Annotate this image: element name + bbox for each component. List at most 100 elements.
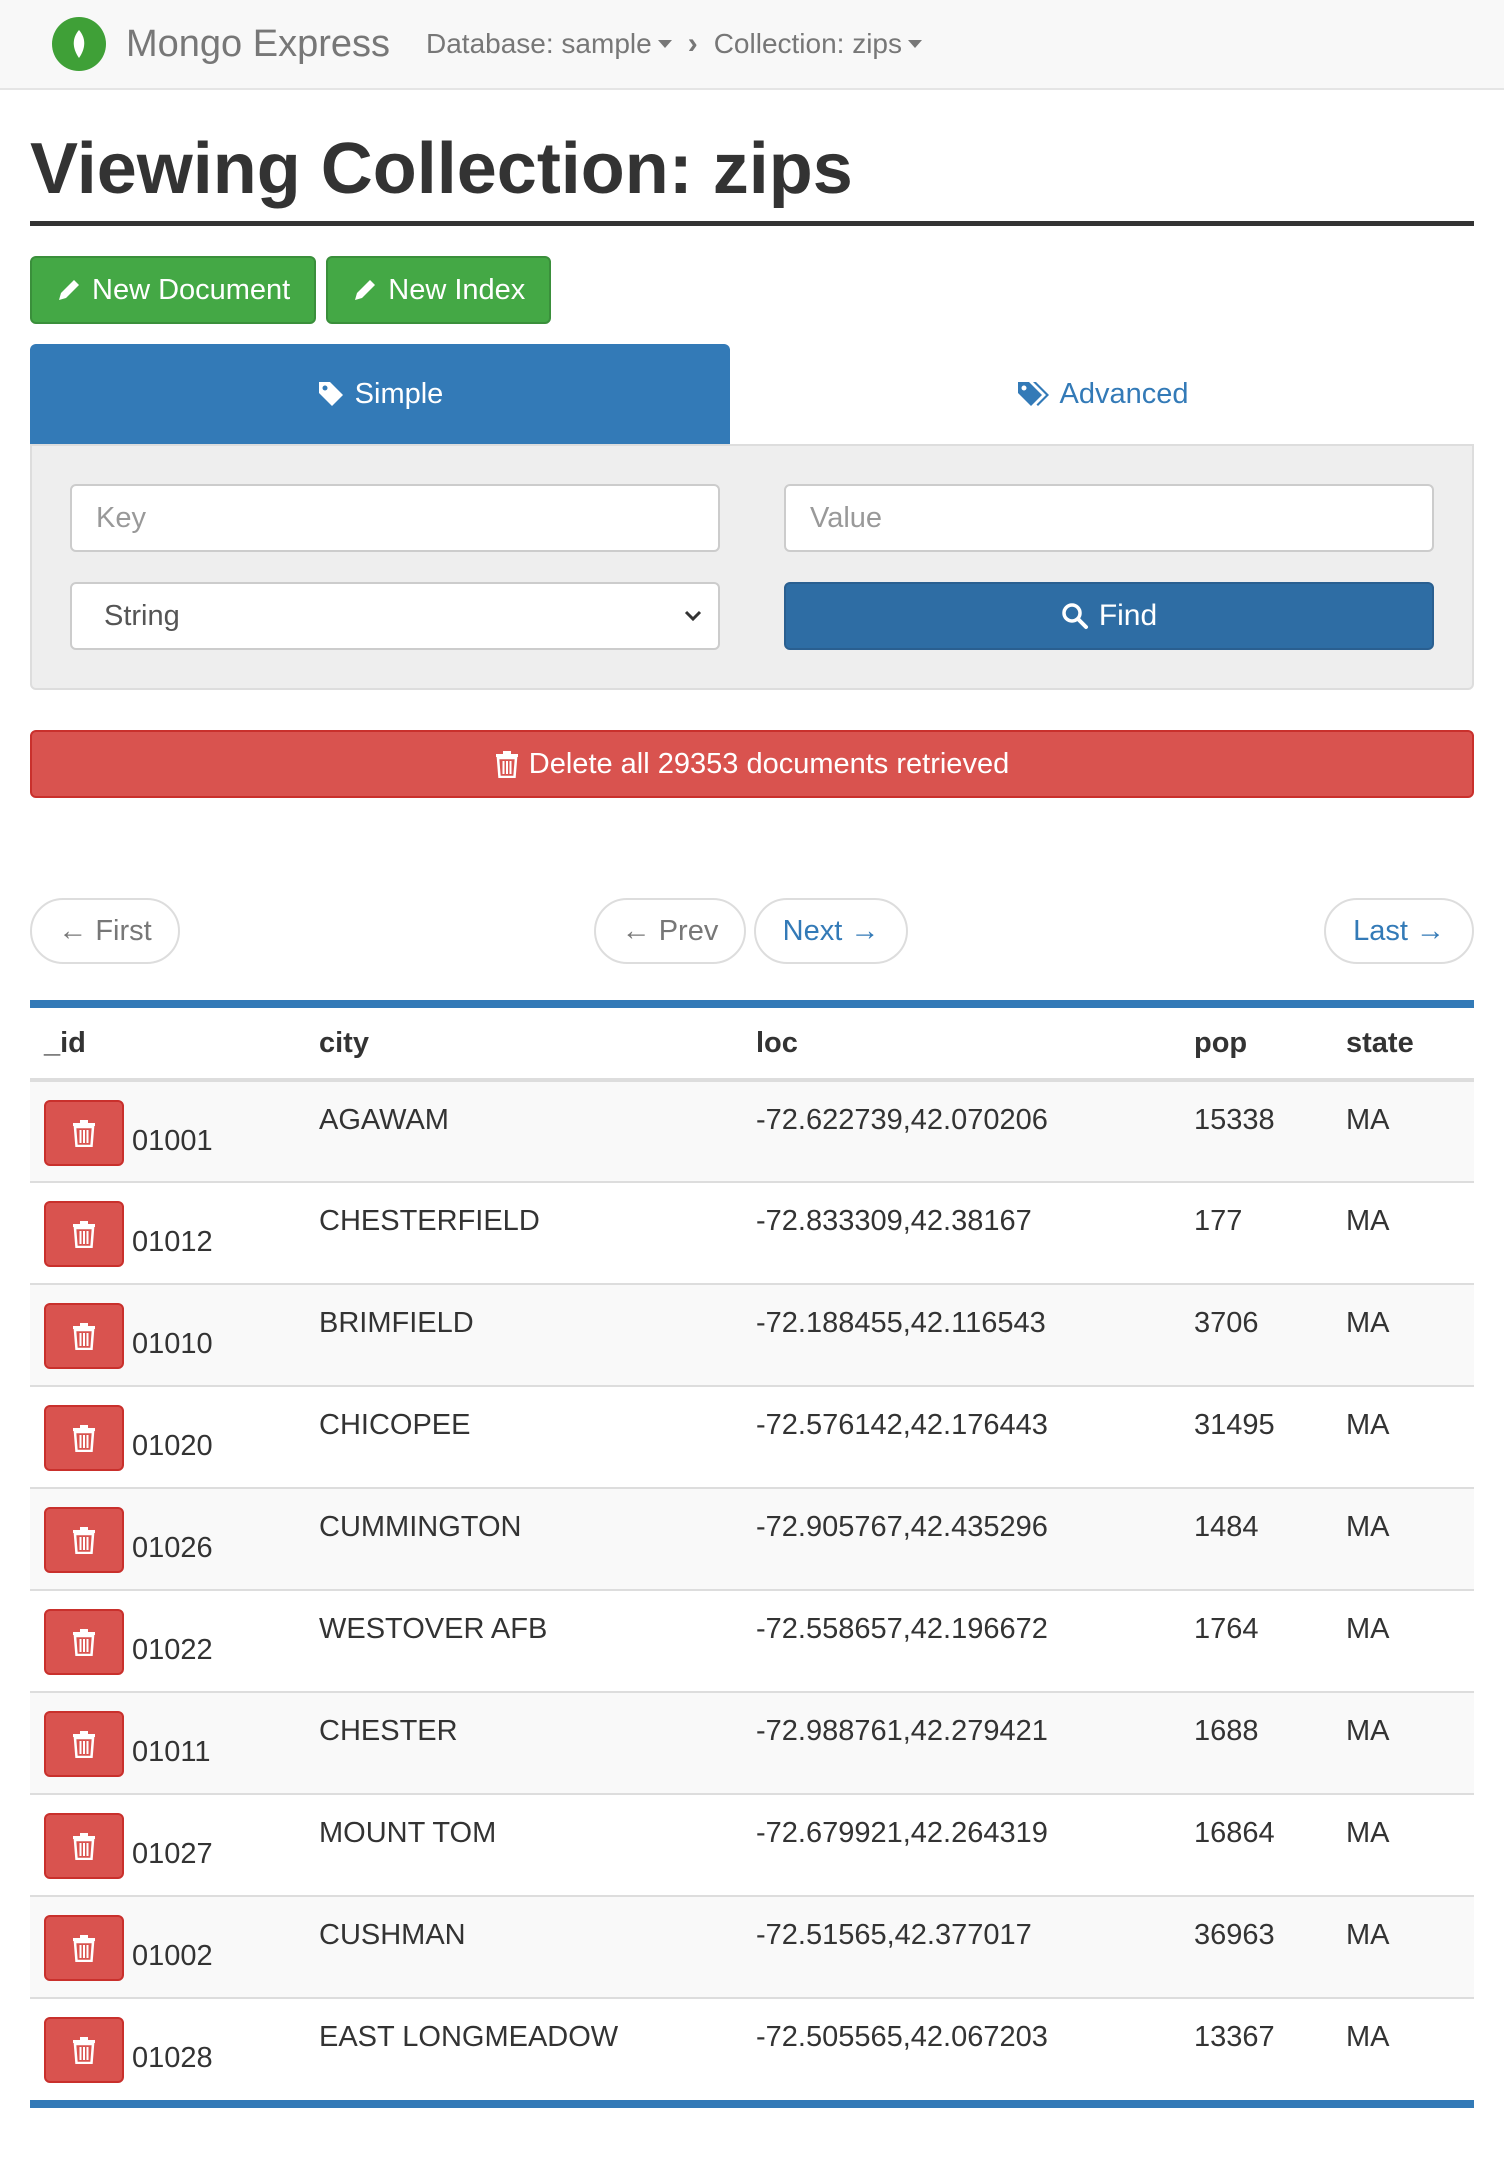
tab-advanced[interactable]: Advanced xyxy=(730,344,1474,444)
delete-document-button[interactable] xyxy=(44,1100,124,1167)
database-crumb-label: Database: sample xyxy=(426,28,652,59)
table-row[interactable]: 01012 CHESTERFIELD -72.833309,42.38167 177 M… xyxy=(30,1182,1474,1285)
chevron-right-icon: › xyxy=(687,27,698,60)
table-row[interactable]: 01010 BRIMFIELD -72.188455,42.116543 3706 MA xyxy=(30,1284,1474,1387)
pop-cell: 31495 xyxy=(1194,1409,1275,1442)
table-row[interactable]: 01020 CHICOPEE -72.576142,42.176443 31495 MA xyxy=(30,1386,1474,1489)
document-id-link[interactable]: 01010 xyxy=(132,1312,213,1361)
loc-cell: -72.576142,42.176443 xyxy=(756,1409,1048,1442)
city-cell: CUMMINGTON xyxy=(319,1511,522,1544)
delete-document-button[interactable] xyxy=(44,1609,124,1676)
id-cell: 01020 xyxy=(30,1386,305,1488)
brand-link[interactable]: Mongo Express xyxy=(126,23,390,66)
trash-icon xyxy=(73,1833,95,1861)
city-cell: CHESTERFIELD xyxy=(319,1205,540,1238)
id-cell: 01022 xyxy=(30,1590,305,1692)
type-select-value: String xyxy=(104,599,180,632)
pop-cell: 177 xyxy=(1194,1205,1243,1238)
delete-document-button[interactable] xyxy=(44,1303,124,1370)
document-id-link[interactable]: 01022 xyxy=(132,1618,213,1667)
delete-document-button[interactable] xyxy=(44,1201,124,1268)
trash-icon xyxy=(73,1221,95,1249)
last-page-button[interactable]: Last → xyxy=(1324,898,1474,965)
column-header-state[interactable]: state xyxy=(1332,1008,1474,1083)
page-title: Viewing Collection: zips xyxy=(30,129,1474,227)
pencil-icon xyxy=(59,280,79,301)
column-header-id[interactable]: _id xyxy=(30,1008,305,1083)
table-row[interactable]: 01026 CUMMINGTON -72.905767,42.435296 1484 M… xyxy=(30,1488,1474,1591)
city-cell: CUSHMAN xyxy=(319,1919,466,1952)
next-page-button[interactable]: Next → xyxy=(754,898,908,965)
delete-document-button[interactable] xyxy=(44,1915,124,1982)
document-id-link[interactable]: 01011 xyxy=(132,1720,211,1769)
table-row[interactable]: 01001 AGAWAM -72.622739,42.070206 15338 MA xyxy=(30,1080,1474,1183)
id-cell: 01001 xyxy=(30,1080,305,1182)
tab-simple[interactable]: Simple xyxy=(30,344,730,445)
loc-cell: -72.833309,42.38167 xyxy=(756,1205,1032,1238)
delete-document-button[interactable] xyxy=(44,1813,124,1880)
column-header-loc[interactable]: loc xyxy=(742,1008,1180,1083)
id-cell: 01028 xyxy=(30,1998,305,2100)
state-cell: MA xyxy=(1346,1919,1390,1952)
mongo-leaf-icon[interactable] xyxy=(52,17,106,71)
trash-icon xyxy=(73,1731,95,1759)
city-cell: CHICOPEE xyxy=(319,1409,471,1442)
caret-down-icon xyxy=(657,40,672,48)
navbar: Mongo Express Database: sample › Collect… xyxy=(0,0,1504,90)
id-cell: 01002 xyxy=(30,1896,305,1998)
table-row[interactable]: 01028 EAST LONGMEADOW -72.505565,42.067203… xyxy=(30,1998,1474,2100)
loc-cell: -72.188455,42.116543 xyxy=(756,1307,1046,1340)
document-id-link[interactable]: 01001 xyxy=(132,1109,213,1158)
new-document-label: New Document xyxy=(92,273,291,306)
document-id-link[interactable]: 01028 xyxy=(132,2026,213,2075)
delete-document-button[interactable] xyxy=(44,1405,124,1472)
delete-document-button[interactable] xyxy=(44,1507,124,1574)
column-header-pop[interactable]: pop xyxy=(1180,1008,1332,1083)
id-cell: 01011 xyxy=(30,1692,305,1794)
id-cell: 01010 xyxy=(30,1284,305,1386)
pop-cell: 16864 xyxy=(1194,1817,1275,1850)
new-index-button[interactable]: New Index xyxy=(326,256,552,325)
trash-icon xyxy=(73,1527,95,1555)
first-page-button[interactable]: ← First xyxy=(30,898,180,965)
city-cell: BRIMFIELD xyxy=(319,1307,474,1340)
pop-cell: 3706 xyxy=(1194,1307,1259,1340)
column-header-city[interactable]: city xyxy=(305,1008,742,1083)
state-cell: MA xyxy=(1346,1511,1390,1544)
search-icon xyxy=(1062,603,1088,630)
prev-page-button[interactable]: ← Prev xyxy=(594,898,746,965)
find-label: Find xyxy=(1098,599,1158,633)
type-select[interactable]: String xyxy=(70,582,720,651)
table-header-row: _id city loc pop state xyxy=(30,1008,1474,1083)
value-input[interactable]: Value xyxy=(784,484,1434,553)
document-id-link[interactable]: 01027 xyxy=(132,1822,213,1871)
state-cell: MA xyxy=(1346,1613,1390,1646)
document-id-link[interactable]: 01020 xyxy=(132,1414,213,1463)
caret-down-icon xyxy=(908,40,923,48)
document-id-link[interactable]: 01026 xyxy=(132,1516,213,1565)
trash-icon xyxy=(73,1425,95,1453)
loc-cell: -72.558657,42.196672 xyxy=(756,1613,1048,1646)
city-cell: AGAWAM xyxy=(319,1104,449,1137)
loc-cell: -72.679921,42.264319 xyxy=(756,1817,1048,1850)
table-row[interactable]: 01011 CHESTER -72.988761,42.279421 1688 MA xyxy=(30,1692,1474,1795)
document-id-link[interactable]: 01012 xyxy=(132,1210,213,1259)
chevron-down-icon xyxy=(684,611,702,622)
database-dropdown[interactable]: Database: sample xyxy=(426,28,672,60)
table-row[interactable]: 01022 WESTOVER AFB -72.558657,42.196672 176… xyxy=(30,1590,1474,1693)
find-button[interactable]: Find xyxy=(784,582,1434,651)
table-row[interactable]: 01002 CUSHMAN -72.51565,42.377017 36963 MA xyxy=(30,1896,1474,1999)
id-cell: 01027 xyxy=(30,1794,305,1896)
document-id-link[interactable]: 01002 xyxy=(132,1924,213,1973)
collection-dropdown[interactable]: Collection: zips xyxy=(714,28,923,60)
new-document-button[interactable]: New Document xyxy=(30,256,317,325)
pop-cell: 13367 xyxy=(1194,2021,1275,2054)
key-input[interactable]: Key xyxy=(70,484,720,553)
city-cell: EAST LONGMEADOW xyxy=(319,2021,619,2054)
delete-document-button[interactable] xyxy=(44,2017,124,2084)
loc-cell: -72.622739,42.070206 xyxy=(756,1104,1048,1137)
table-row[interactable]: 01027 MOUNT TOM -72.679921,42.264319 16864 M… xyxy=(30,1794,1474,1897)
id-cell: 01012 xyxy=(30,1182,305,1284)
delete-all-button[interactable]: Delete all 29353 documents retrieved xyxy=(30,730,1474,799)
delete-document-button[interactable] xyxy=(44,1711,124,1778)
